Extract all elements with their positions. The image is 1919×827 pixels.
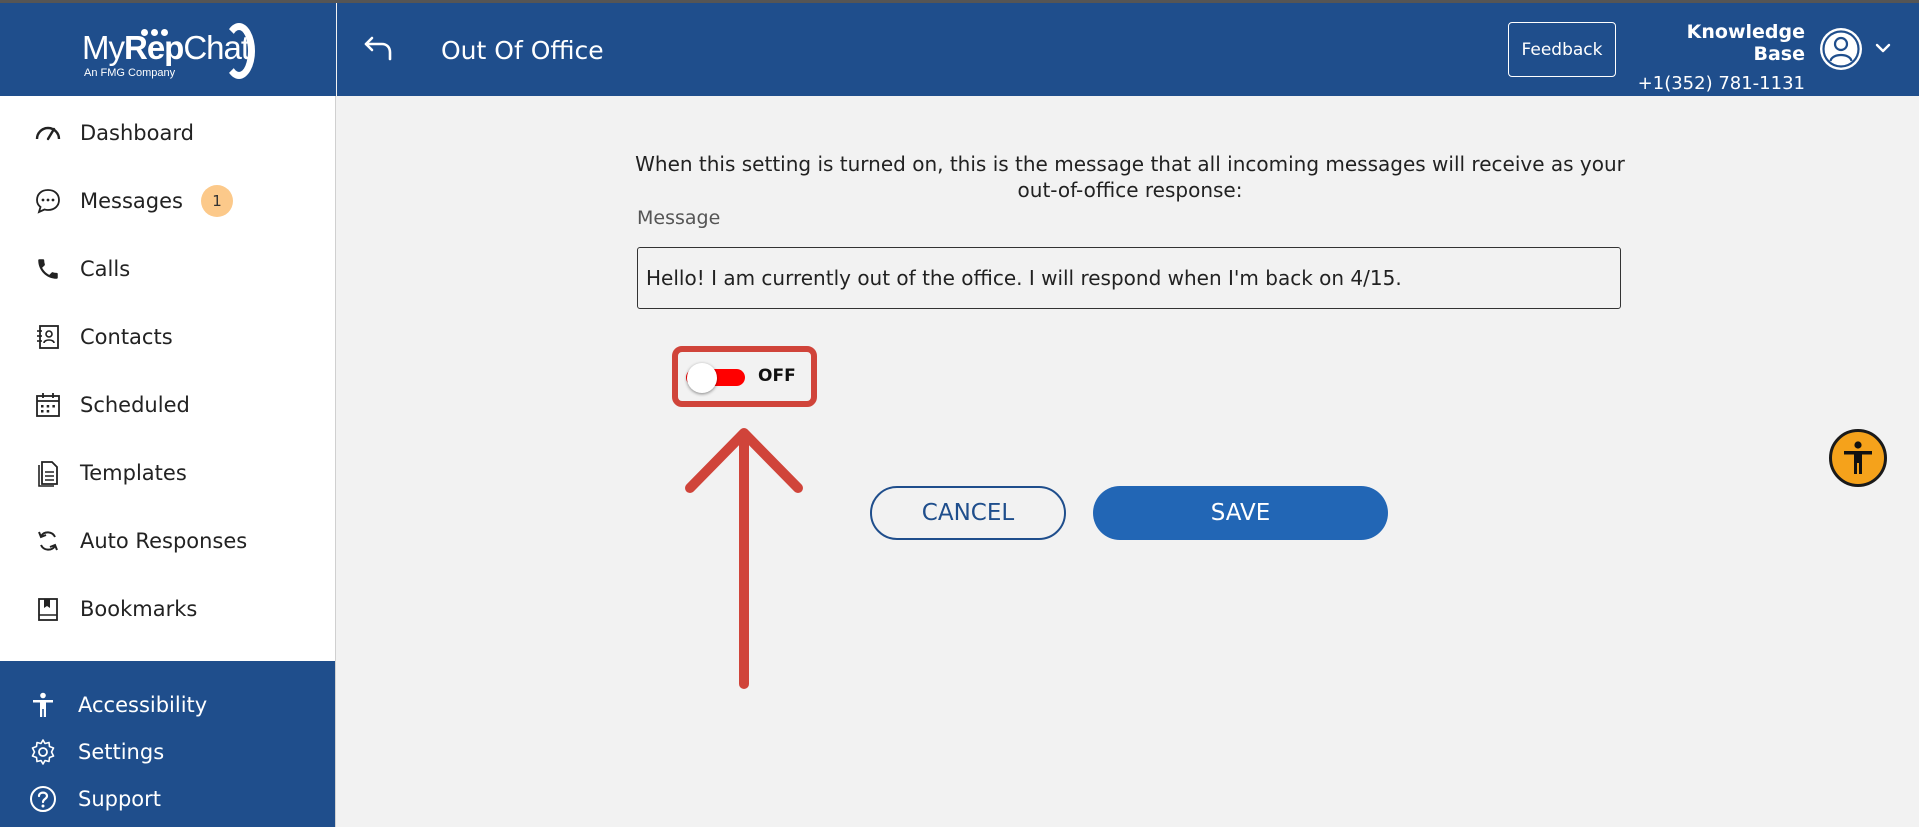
contact-book-icon (34, 323, 62, 351)
sidebar-item-label: Auto Responses (80, 529, 248, 553)
unread-count-badge: 1 (200, 185, 233, 217)
sidebar-item-label: Bookmarks (80, 597, 198, 621)
app-logo[interactable]: MyRepChat An FMG Company (82, 19, 262, 83)
sidebar-item-label: Settings (78, 739, 165, 764)
top-header: Out Of Office Feedback Knowledge Base +1… (337, 3, 1919, 96)
sidebar-item-calls[interactable]: Calls (0, 235, 335, 303)
chevron-down-icon[interactable] (1874, 39, 1892, 57)
sidebar-item-scheduled[interactable]: Scheduled (0, 371, 335, 439)
sidebar: MyRepChat An FMG Company Dashboard Messa… (0, 3, 336, 827)
phone-icon (34, 255, 62, 283)
sidebar-item-label: Messages (80, 189, 183, 213)
help-icon (28, 784, 58, 814)
refresh-icon (34, 527, 62, 555)
sidebar-item-label: Contacts (80, 325, 173, 349)
annotation-arrow-icon (685, 428, 803, 689)
sidebar-item-bookmarks[interactable]: Bookmarks (0, 575, 335, 643)
sidebar-item-label: Templates (80, 461, 187, 485)
accessibility-widget-button[interactable] (1829, 429, 1887, 487)
accessibility-icon (1844, 441, 1872, 474)
account-phone: +1(352) 781-1131 (1637, 73, 1805, 94)
sidebar-item-accessibility[interactable]: Accessibility (0, 681, 335, 728)
account-name: Knowledge Base (1686, 21, 1805, 65)
toggle-knob[interactable] (687, 363, 717, 393)
sidebar-item-label: Scheduled (80, 393, 190, 417)
sidebar-item-templates[interactable]: Templates (0, 439, 335, 507)
message-input[interactable] (637, 247, 1621, 309)
calendar-icon (34, 391, 62, 419)
sidebar-item-auto-responses[interactable]: Auto Responses (0, 507, 335, 575)
chat-bubble-icon (34, 187, 62, 215)
back-button[interactable] (361, 31, 397, 67)
toggle-state-label: OFF (758, 366, 796, 386)
speedometer-icon (34, 119, 62, 147)
user-avatar-icon[interactable] (1818, 26, 1864, 72)
sidebar-item-label: Calls (80, 257, 131, 281)
sidebar-item-label: Dashboard (80, 121, 194, 145)
person-icon (28, 690, 58, 720)
sidebar-item-contacts[interactable]: Contacts (0, 303, 335, 371)
gear-icon (28, 737, 58, 767)
logo-subtitle: An FMG Company (84, 67, 176, 79)
sidebar-nav: Dashboard Messages 1 Calls Contacts Sche… (0, 99, 335, 643)
bookmark-icon (34, 595, 62, 623)
feedback-button[interactable]: Feedback (1508, 22, 1616, 77)
logo-area: MyRepChat An FMG Company (0, 3, 336, 96)
sidebar-item-messages[interactable]: Messages 1 (0, 167, 335, 235)
save-button[interactable]: SAVE (1093, 486, 1388, 540)
sidebar-bottom-nav: Accessibility Settings Support (0, 661, 335, 827)
logo-arc (223, 23, 255, 79)
sidebar-item-support[interactable]: Support (0, 775, 335, 822)
out-of-office-instructions: When this setting is turned on, this is … (635, 152, 1625, 202)
sidebar-item-settings[interactable]: Settings (0, 728, 335, 775)
document-icon (34, 459, 62, 487)
account-info[interactable]: Knowledge Base +1(352) 781-1131 (1637, 21, 1805, 94)
page-title: Out Of Office (441, 36, 604, 65)
message-field-label: Message (637, 207, 721, 229)
cancel-button[interactable]: CANCEL (870, 486, 1066, 540)
sidebar-item-label: Support (78, 786, 162, 811)
sidebar-item-label: Accessibility (78, 692, 208, 717)
sidebar-item-dashboard[interactable]: Dashboard (0, 99, 335, 167)
